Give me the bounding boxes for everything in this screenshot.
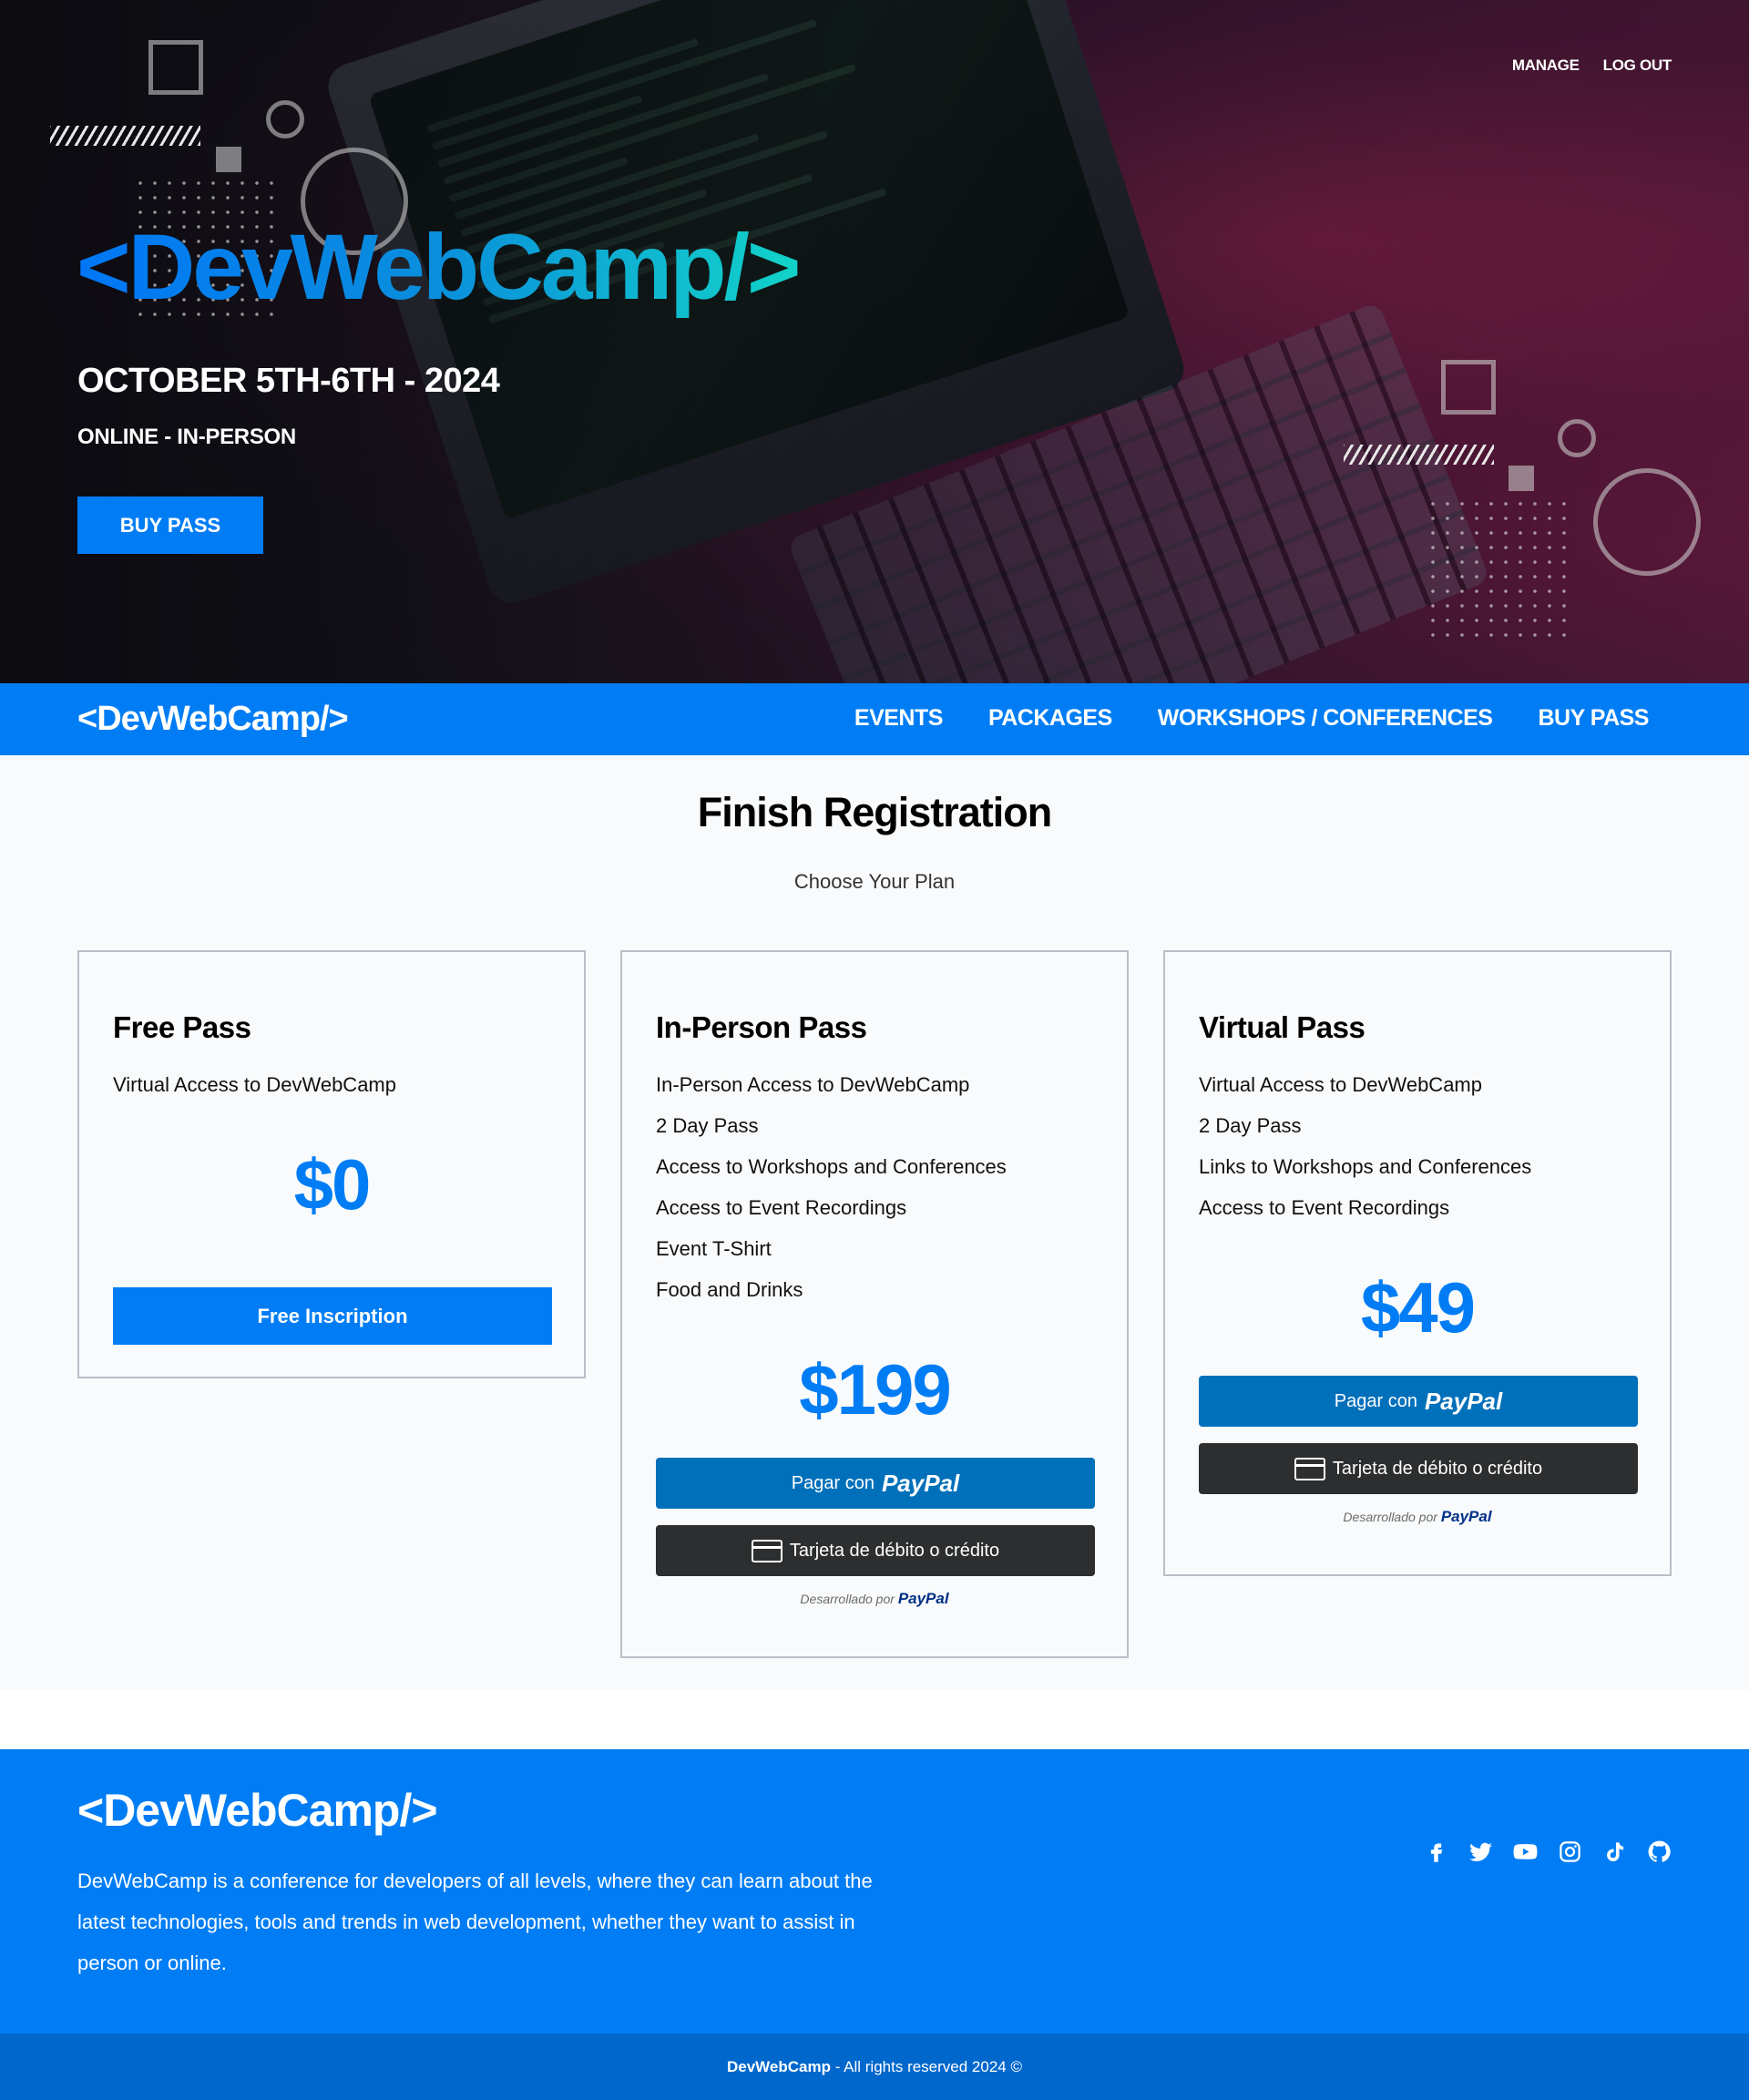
decor-stripes (50, 126, 200, 146)
paypal-logo: PayPal (1440, 1508, 1492, 1525)
decor-circle (1558, 419, 1596, 457)
plan-feature: Access to Event Recordings (656, 1196, 907, 1219)
navbar-logo[interactable]: <DevWebCamp/> (77, 700, 349, 739)
plan-name: In-Person Pass (656, 1010, 867, 1044)
github-icon[interactable] (1647, 1839, 1672, 1864)
page-subtitle: Choose Your Plan (793, 870, 956, 893)
decor-circle (266, 100, 304, 138)
hero-logo: <DevWebCamp/> (77, 215, 801, 319)
plan-feature: Access to Event Recordings (1199, 1196, 1450, 1219)
footer-description: DevWebCamp is a conference for developer… (77, 1870, 873, 1974)
powered-by-paypal: Desarrollado por PayPal (800, 1590, 949, 1607)
buy-pass-button[interactable]: BUY PASS (77, 497, 263, 554)
plan-feature: Virtual Access to DevWebCamp (113, 1073, 396, 1096)
plan-features: In-Person Access to DevWebCamp 2 Day Pas… (656, 1073, 1007, 1319)
decor-filled-square (1509, 466, 1534, 491)
youtube-icon[interactable] (1513, 1839, 1538, 1864)
decor-square (148, 40, 203, 95)
event-date: OCTOBER 5TH-6TH - 2024 (77, 362, 500, 400)
nav-link-packages[interactable]: PACKAGES (988, 705, 1112, 732)
site-footer: <DevWebCamp/> DevWebCamp is a conference… (0, 1749, 1749, 2033)
nav-link-events[interactable]: EVENTS (854, 705, 944, 732)
credit-card-icon (751, 1539, 782, 1562)
decor-circle (1593, 468, 1701, 576)
plan-features: Virtual Access to DevWebCamp (113, 1073, 396, 1114)
nav-link-workshops[interactable]: WORKSHOPS / CONFERENCES (1158, 705, 1493, 732)
free-inscription-button[interactable]: Free Inscription (113, 1287, 552, 1345)
card-payment-label: Tarjeta de débito o crédito (789, 1540, 1000, 1561)
navbar-links: EVENTS PACKAGES WORKSHOPS / CONFERENCES … (854, 705, 1650, 732)
nav-link-buy-pass[interactable]: BUY PASS (1538, 705, 1649, 732)
account-links: MANAGE LOG OUT (1512, 56, 1672, 75)
main-navbar: <DevWebCamp/> EVENTS PACKAGES WORKSHOPS … (0, 683, 1749, 755)
plan-feature: Access to Workshops and Conferences (656, 1155, 1007, 1178)
plan-price: $199 (799, 1349, 952, 1429)
paypal-prefix: Pagar con (1334, 1390, 1417, 1411)
copyright-brand: DevWebCamp (726, 2058, 831, 2075)
decor-filled-square (216, 147, 241, 172)
paypal-logo: PayPal (897, 1590, 949, 1607)
manage-link[interactable]: MANAGE (1512, 56, 1580, 75)
plan-feature: Food and Drinks (656, 1278, 803, 1301)
plan-feature: 2 Day Pass (656, 1114, 759, 1137)
copyright-text: - All rights reserved 2024 © (830, 2058, 1022, 2075)
plan-price: $49 (1360, 1267, 1476, 1347)
card-payment-label: Tarjeta de débito o crédito (1332, 1458, 1543, 1479)
paypal-prefix: Pagar con (791, 1472, 874, 1493)
social-links (1424, 1839, 1672, 1864)
section-spacer (0, 1690, 1749, 1749)
event-mode: ONLINE - IN-PERSON (77, 425, 296, 449)
footer-logo: <DevWebCamp/> (77, 1785, 438, 1836)
page-title: Finish Registration (697, 789, 1053, 835)
card-payment-button[interactable]: Tarjeta de débito o crédito (1199, 1443, 1638, 1494)
copyright-bar: DevWebCamp - All rights reserved 2024 © (0, 2033, 1749, 2100)
plan-feature: Event T-Shirt (656, 1237, 772, 1260)
plan-feature: In-Person Access to DevWebCamp (656, 1073, 970, 1096)
plan-name: Virtual Pass (1199, 1010, 1365, 1044)
plan-card-in-person: In-Person Pass In-Person Access to DevWe… (620, 950, 1129, 1658)
logout-link[interactable]: LOG OUT (1603, 56, 1672, 75)
paypal-button[interactable]: Pagar con PayPal (1199, 1376, 1638, 1427)
plan-price: $0 (293, 1144, 372, 1224)
plan-name: Free Pass (113, 1010, 251, 1044)
paypal-logo: PayPal (1424, 1387, 1503, 1415)
paypal-button[interactable]: Pagar con PayPal (656, 1458, 1095, 1509)
plan-feature: Links to Workshops and Conferences (1199, 1155, 1532, 1178)
decor-dots (1426, 497, 1576, 647)
plan-feature: 2 Day Pass (1199, 1114, 1302, 1137)
plan-card-free: Free Pass Virtual Access to DevWebCamp $… (77, 950, 586, 1378)
paypal-logo: PayPal (881, 1469, 960, 1497)
plan-features: Virtual Access to DevWebCamp 2 Day Pass … (1199, 1073, 1531, 1237)
decor-square (1441, 360, 1496, 415)
hero-section: MANAGE LOG OUT <DevWebCamp/> OCTOBER 5TH… (0, 0, 1749, 683)
plan-card-virtual: Virtual Pass Virtual Access to DevWebCam… (1163, 950, 1672, 1576)
plan-feature: Virtual Access to DevWebCamp (1199, 1073, 1482, 1096)
decor-stripes (1344, 445, 1494, 465)
facebook-icon[interactable] (1424, 1839, 1448, 1864)
twitter-icon[interactable] (1468, 1839, 1493, 1864)
powered-by-paypal: Desarrollado por PayPal (1343, 1508, 1492, 1525)
credit-card-icon (1294, 1457, 1325, 1480)
card-payment-button[interactable]: Tarjeta de débito o crédito (656, 1525, 1095, 1576)
tiktok-icon[interactable] (1602, 1839, 1627, 1864)
instagram-icon[interactable] (1558, 1839, 1582, 1864)
